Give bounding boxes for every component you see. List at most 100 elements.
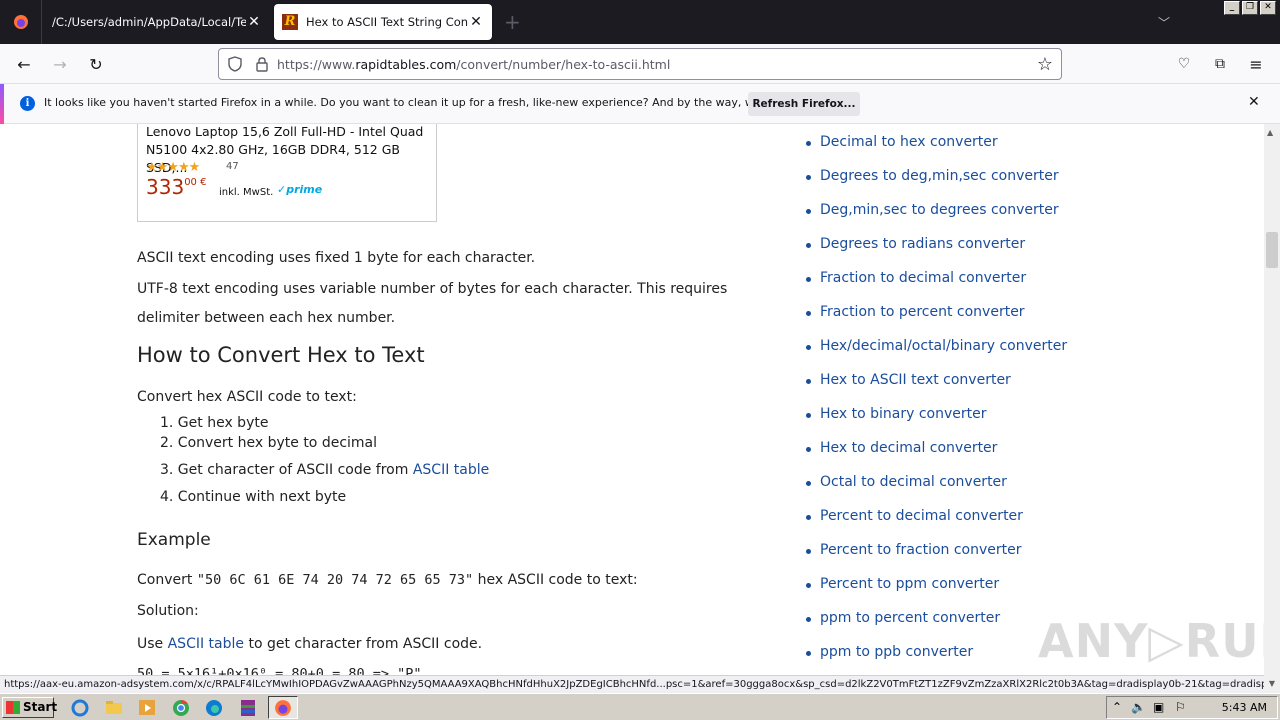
close-tab-icon[interactable]: ✕ [246, 14, 262, 30]
sidebar-link-label[interactable]: Fraction to decimal converter [820, 270, 1026, 286]
tab-title: Hex to ASCII Text String Converte [306, 15, 468, 29]
pocket-icon[interactable]: ♡ [1172, 52, 1196, 76]
forward-icon[interactable]: → [48, 52, 72, 76]
media-player-icon[interactable] [137, 698, 157, 717]
sidebar-link[interactable]: Octal to decimal converter [806, 474, 1007, 490]
minimize-icon[interactable]: _ [1224, 1, 1240, 15]
start-button[interactable]: Start [2, 697, 57, 718]
network-icon[interactable]: ▣ [1153, 700, 1164, 714]
sidebar-link-label[interactable]: Degrees to deg,min,sec converter [820, 168, 1059, 184]
bookmark-star-icon[interactable]: ☆ [1037, 54, 1053, 75]
ascii-table-link[interactable]: ASCII table [168, 636, 244, 652]
anyrun-watermark: ANY▷RUN [1038, 614, 1264, 668]
explorer-icon[interactable] [104, 698, 124, 717]
menu-icon[interactable]: ≡ [1244, 52, 1268, 76]
ad-price: 33300 € [146, 175, 207, 199]
sidebar-link[interactable]: Decimal to hex converter [806, 134, 998, 150]
scroll-thumb[interactable] [1266, 232, 1278, 268]
close-notification-icon[interactable]: ✕ [1248, 94, 1260, 110]
paragraph: Convert "50 6C 61 6E 74 20 74 72 65 65 7… [137, 572, 638, 588]
taskbar-firefox-button[interactable] [268, 696, 298, 719]
sidebar-link-label[interactable]: ppm to ppb converter [820, 644, 973, 660]
paragraph: Solution: [137, 603, 199, 619]
window-close-icon[interactable]: ✕ [1260, 1, 1276, 15]
reload-icon[interactable]: ↻ [84, 52, 108, 76]
prime-badge: ✓prime [277, 183, 323, 196]
notification-accent [0, 84, 4, 124]
firefox-icon [13, 15, 28, 29]
sidebar-link-label[interactable]: Decimal to hex converter [820, 134, 998, 150]
sidebar-link-label[interactable]: ppm to percent converter [820, 610, 1000, 626]
amazon-ad[interactable]: Lenovo Laptop 15,6 Zoll Full-HD - Intel … [137, 124, 437, 222]
sidebar-link[interactable]: Percent to decimal converter [806, 508, 1023, 524]
paragraph: Use ASCII table to get character from AS… [137, 636, 483, 652]
sidebar-link[interactable]: Degrees to radians converter [806, 236, 1025, 252]
status-url: https://aax-eu.amazon-adsystem.com/x/c/R… [0, 675, 1264, 693]
sidebar-link-label[interactable]: Percent to ppm converter [820, 576, 999, 592]
volume-icon[interactable]: 🔈 [1131, 700, 1146, 714]
vertical-scrollbar[interactable]: ▲ [1264, 124, 1280, 675]
extensions-icon[interactable]: ⧉ [1208, 52, 1232, 76]
sidebar-link-label[interactable]: Deg,min,sec to degrees converter [820, 202, 1059, 218]
sidebar-link-label[interactable]: Percent to decimal converter [820, 508, 1023, 524]
new-tab-icon[interactable]: + [504, 12, 521, 32]
tab-hex-to-ascii[interactable]: R Hex to ASCII Text String Converte ✕ [274, 4, 492, 40]
refresh-firefox-button[interactable]: Refresh Firefox... [748, 92, 860, 116]
shield-icon[interactable] [227, 56, 243, 72]
sidebar-link[interactable]: Hex/decimal/octal/binary converter [806, 338, 1067, 354]
chrome-icon[interactable] [171, 698, 191, 717]
sidebar-link[interactable]: Fraction to percent converter [806, 304, 1025, 320]
edge-icon[interactable] [204, 698, 224, 717]
taskbar: Start ⌃ 🔈 ▣ ⚐ 5:43 AM [0, 693, 1280, 720]
tab-title: /C:/Users/admin/AppData/Local/Temp/i [52, 15, 246, 29]
sidebar-link[interactable]: ppm to ppb converter [806, 644, 973, 660]
sidebar-link-label[interactable]: Hex/decimal/octal/binary converter [820, 338, 1067, 354]
vat-note: inkl. MwSt. [219, 187, 274, 198]
sidebar-link[interactable]: Hex to ASCII text converter [806, 372, 1011, 388]
tab-strip: /C:/Users/admin/AppData/Local/Temp/i ✕ R… [0, 0, 1280, 44]
tab-local-file[interactable]: /C:/Users/admin/AppData/Local/Temp/i ✕ [44, 4, 270, 40]
list-item: 4. Continue with next byte [160, 489, 347, 505]
sidebar-link[interactable]: Fraction to decimal converter [806, 270, 1026, 286]
restore-icon[interactable]: ❐ [1242, 1, 1258, 15]
firefox-view-button[interactable] [0, 0, 42, 44]
tray-expand-icon[interactable]: ⌃ [1112, 700, 1122, 714]
action-center-icon[interactable]: ⚐ [1175, 700, 1186, 714]
lock-icon[interactable] [255, 56, 269, 72]
back-icon[interactable]: ← [12, 52, 36, 76]
sidebar-link[interactable]: ppm to percent converter [806, 610, 1000, 626]
sidebar-link[interactable]: Degrees to deg,min,sec converter [806, 168, 1059, 184]
sidebar-link[interactable]: Percent to fraction converter [806, 542, 1022, 558]
paragraph: UTF-8 text encoding uses variable number… [137, 281, 728, 297]
nav-bar: ← → ↻ https://www.rapidtables.com/conver… [0, 44, 1280, 84]
ie-icon[interactable] [70, 698, 90, 717]
sidebar-link-label[interactable]: Fraction to percent converter [820, 304, 1025, 320]
url-text[interactable]: https://www.rapidtables.com/convert/numb… [277, 57, 670, 72]
sidebar-link-label[interactable]: Hex to binary converter [820, 406, 987, 422]
sidebar-link-label[interactable]: Hex to ASCII text converter [820, 372, 1011, 388]
list-all-tabs-icon[interactable]: ﹀ [1158, 14, 1170, 31]
sidebar-link[interactable]: Hex to binary converter [806, 406, 987, 422]
ascii-table-link[interactable]: ASCII table [413, 462, 489, 478]
scroll-down-icon[interactable]: ▼ [1264, 675, 1280, 693]
list-item: 3. Get character of ASCII code from ASCI… [160, 462, 490, 478]
url-bar[interactable]: https://www.rapidtables.com/convert/numb… [218, 48, 1062, 80]
sidebar-link-label[interactable]: Hex to decimal converter [820, 440, 997, 456]
winrar-icon[interactable] [238, 698, 258, 717]
notification-message: It looks like you haven't started Firefo… [44, 96, 828, 109]
windows-flag-icon [6, 701, 20, 714]
info-icon: i [20, 96, 35, 111]
rating-stars-icon: ★★★★★ [146, 160, 200, 175]
sidebar-link[interactable]: Percent to ppm converter [806, 576, 999, 592]
sidebar-link[interactable]: Deg,min,sec to degrees converter [806, 202, 1059, 218]
sidebar-link-label[interactable]: Degrees to radians converter [820, 236, 1025, 252]
close-tab-icon[interactable]: ✕ [468, 14, 484, 30]
window-controls: _ ❐ ✕ [1224, 1, 1276, 15]
scroll-up-icon[interactable]: ▲ [1267, 128, 1273, 137]
example-heading: Example [137, 530, 211, 550]
page-content: Lenovo Laptop 15,6 Zoll Full-HD - Intel … [0, 124, 1264, 675]
sidebar-link-label[interactable]: Octal to decimal converter [820, 474, 1007, 490]
paragraph: delimiter between each hex number. [137, 310, 396, 326]
sidebar-link[interactable]: Hex to decimal converter [806, 440, 997, 456]
sidebar-link-label[interactable]: Percent to fraction converter [820, 542, 1022, 558]
